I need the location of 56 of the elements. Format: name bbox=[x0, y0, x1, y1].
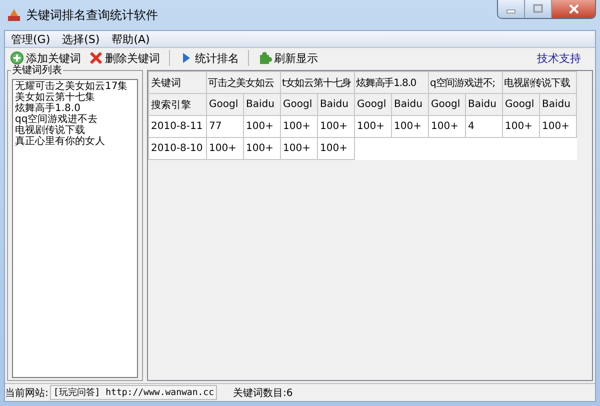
header-cell: 搜索引擎 bbox=[148, 94, 206, 116]
table-cell: 100+ bbox=[428, 116, 466, 138]
close-icon bbox=[568, 4, 580, 14]
header-cell: 可击之美女如云 bbox=[206, 72, 280, 94]
keyword-count: 关键词数目:6 bbox=[233, 386, 293, 400]
header-cell: t女如云第十七身 bbox=[280, 72, 354, 94]
app-icon bbox=[6, 7, 22, 23]
header-cell: Baidu bbox=[540, 94, 577, 116]
table-cell: 77 bbox=[206, 116, 244, 138]
toolbar-button[interactable]: 删除关键词 bbox=[86, 50, 163, 66]
table-cell: 100+ bbox=[540, 116, 577, 138]
puzzle-icon bbox=[258, 51, 272, 65]
header-cell: Googl bbox=[280, 94, 318, 116]
table-cell: 100+ bbox=[280, 116, 318, 138]
header-cell: Baidu bbox=[244, 94, 280, 116]
table-cell: 100+ bbox=[502, 116, 540, 138]
toolbar-button[interactable]: 统计排名 bbox=[176, 50, 242, 66]
header-cell: Baidu bbox=[318, 94, 354, 116]
table-cell: 100+ bbox=[392, 116, 429, 138]
header-cell: Baidu bbox=[466, 94, 503, 116]
header-cell: Googl bbox=[206, 94, 244, 116]
table-cell: 2010-8-11 bbox=[148, 116, 206, 138]
site-field: [玩完问答] http://www.wanwan.cc bbox=[50, 385, 217, 400]
table-cell: 100+ bbox=[244, 116, 280, 138]
toolbar-button[interactable]: 添加关键词 bbox=[7, 50, 84, 66]
toolbar-button[interactable]: 刷新显示 bbox=[255, 50, 321, 66]
support-link[interactable]: 技术支持 bbox=[537, 50, 581, 66]
window-title: 关键词排名查询统计软件 bbox=[26, 6, 158, 24]
menu-item[interactable]: 选择(S) bbox=[56, 32, 106, 46]
header-cell: q空间游戏进不; bbox=[428, 72, 503, 94]
table-cell: 100+ bbox=[354, 116, 392, 138]
header-cell: Baidu bbox=[392, 94, 429, 116]
cross-icon bbox=[89, 51, 103, 65]
maximize-button[interactable] bbox=[525, 0, 552, 18]
header-cell: 炫舞高手1.8.0 bbox=[354, 72, 429, 94]
table-cell: 100+ bbox=[318, 138, 354, 160]
maximize-icon bbox=[532, 4, 544, 14]
header-cell: 电视剧传说下载 bbox=[502, 72, 577, 94]
table-cell: 100+ bbox=[318, 116, 354, 138]
plus-circle-icon bbox=[10, 51, 24, 65]
header-cell: Googl bbox=[354, 94, 392, 116]
list-item[interactable]: 电视剧传说下载 bbox=[15, 125, 135, 136]
menu-item[interactable]: 帮助(A) bbox=[106, 32, 156, 46]
table-cell: 100+ bbox=[280, 138, 318, 160]
table-cell: 2010-8-10 bbox=[148, 138, 206, 160]
table-cell: 100+ bbox=[206, 138, 244, 160]
group-title: 关键词列表 bbox=[11, 65, 63, 76]
close-button[interactable] bbox=[552, 0, 595, 18]
menu-item[interactable]: 管理(G) bbox=[5, 32, 56, 46]
table-cell: 4 bbox=[466, 116, 503, 138]
header-cell: Googl bbox=[428, 94, 466, 116]
table-cell: 100+ bbox=[244, 138, 280, 160]
minimize-button[interactable] bbox=[498, 0, 525, 18]
header-cell: 关键词 bbox=[148, 72, 206, 94]
status-label: 当前网站: bbox=[5, 386, 48, 400]
header-cell: Googl bbox=[502, 94, 540, 116]
